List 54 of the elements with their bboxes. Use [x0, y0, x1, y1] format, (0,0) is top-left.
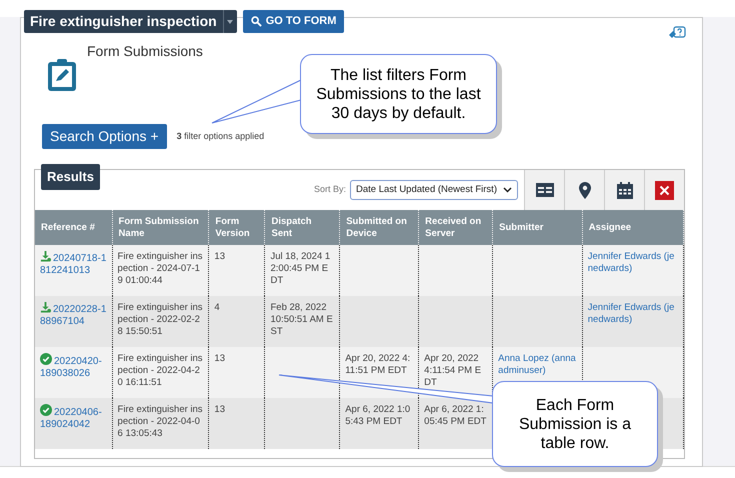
reference-link[interactable]: 20220406-189024042 [40, 404, 107, 431]
table-cell-text: Feb 28, 2022 10:50:51 AM EST [270, 302, 334, 338]
search-options-button[interactable]: Search Options + [42, 124, 167, 149]
table-cell-text: 4 [214, 302, 221, 314]
user-link[interactable]: Jennifer Edwards (jenedwards) [588, 302, 678, 326]
search-icon [250, 16, 262, 27]
table-cell-text: 13 [214, 353, 226, 365]
go-to-form-button[interactable]: GO TO FORM [242, 10, 344, 33]
clipboard-icon [47, 58, 77, 92]
column-header[interactable]: Submitted on Device [346, 216, 412, 240]
user-link[interactable]: Anna Lopez (annaadminuser) [498, 353, 577, 377]
clear-button[interactable] [644, 170, 684, 210]
caret-icon [227, 20, 234, 24]
table-cell-text: Apr 20, 2022 4:11:54 PM EDT [424, 353, 482, 389]
download-icon [40, 302, 51, 313]
table-cell: Fire extinguisher inspection - 2024-07-19 01:00:44 [118, 251, 204, 287]
map-pin-icon [578, 182, 590, 198]
column-header[interactable]: Dispatch Sent [271, 216, 334, 240]
table-cell: Fire extinguisher inspection - 2022-04-20 16:11:51 [118, 353, 204, 389]
table-view-button[interactable] [524, 170, 564, 210]
check-circle-icon [40, 404, 52, 416]
check-circle-icon [40, 353, 52, 365]
form-title: Fire extinguisher inspection [29, 12, 218, 31]
reference-link[interactable]: 20240718-1812241013 [40, 251, 107, 277]
table-cell-text: 13 [214, 404, 226, 416]
calendar-view-button[interactable] [604, 170, 644, 210]
column-header[interactable]: Reference # [41, 222, 106, 234]
table-cell-text: Jul 18, 2024 12:00:45 PM EDT [270, 251, 332, 287]
download-icon [40, 251, 51, 262]
table-cell-text: Apr 6, 2022 1:05:43 PM EDT [345, 404, 412, 428]
calendar-icon [616, 182, 632, 198]
filter-count-text: 3 filter options applied [176, 130, 264, 143]
table-cell-text: 13 [214, 251, 226, 263]
table-cell: Fire extinguisher inspection - 2022-04-06 13:05:43 [118, 404, 204, 440]
table-cell: Apr 6, 2022 1:05:45 PM EDT [424, 404, 488, 428]
results-label: Results [41, 164, 100, 190]
column-header[interactable]: Form Version [215, 216, 258, 240]
close-icon [655, 180, 674, 200]
table-icon [536, 183, 554, 197]
map-view-button[interactable] [564, 170, 604, 210]
user-link[interactable]: Jennifer Edwards (jenedwards) [588, 251, 678, 275]
chevron-down-icon [503, 187, 512, 193]
reference-link[interactable]: 20220228-188967104 [40, 302, 107, 328]
reference-link[interactable]: 20220420-189038026 [40, 353, 107, 380]
sort-select[interactable]: Date Last Updated (Newest First) [350, 180, 518, 200]
table-cell: Fire extinguisher inspection - 2022-02-28 15:50:51 [118, 302, 204, 338]
table-cell-text: Apr 20, 2022 4:11:51 PM EDT [345, 353, 412, 377]
column-header[interactable]: Form Submission Name [118, 216, 202, 240]
help-icon[interactable] [668, 26, 686, 40]
column-header[interactable]: Received on Server [425, 216, 486, 240]
page-title: Form Submissions [87, 42, 203, 61]
column-header[interactable]: Submitter [499, 222, 576, 234]
column-header[interactable]: Assignee [588, 222, 677, 234]
sort-by-label: Sort By: [314, 183, 346, 196]
